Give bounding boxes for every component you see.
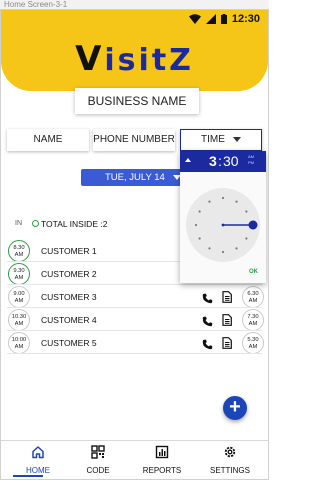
clock-tick — [198, 237, 201, 240]
list-item[interactable]: 10.30 AM CUSTOMER 4 7.30 AM — [1, 309, 268, 331]
customer-name: CUSTOMER 4 — [41, 315, 97, 325]
clock-tick — [245, 237, 248, 240]
check-out-period: AM — [248, 297, 258, 304]
clock-tick — [235, 200, 238, 203]
check-in-period: AM — [14, 297, 24, 304]
dropdown-arrow-icon — [232, 136, 241, 142]
time-picker-hour[interactable]: 3 — [209, 153, 217, 169]
time-picker-pm[interactable]: PM — [248, 160, 254, 166]
check-in-time: 8.30 AM — [8, 240, 30, 262]
reports-icon — [155, 445, 169, 459]
logo-rest: isitZ — [104, 43, 194, 78]
bottom-navigation: HOME CODE REPORTS SETTINGS — [1, 440, 268, 479]
clock-tick — [235, 247, 238, 250]
customer-name: CUSTOMER 1 — [41, 246, 97, 256]
nav-home[interactable]: HOME — [8, 445, 68, 475]
row-divider — [7, 307, 262, 308]
signal-icon — [205, 14, 216, 24]
document-icon[interactable] — [222, 336, 232, 354]
customer-name: CUSTOMER 2 — [41, 269, 97, 279]
time-column-label: TIME — [201, 134, 225, 145]
column-header-name[interactable]: NAME — [7, 129, 89, 151]
status-bar: 12:30 — [1, 10, 268, 29]
clock-tick — [194, 223, 198, 227]
logo-first-letter: V — [75, 39, 105, 79]
time-picker-header: 3 : 30 AM PM — [180, 151, 266, 172]
column-header-time[interactable]: TIME — [180, 129, 262, 151]
clock-tick — [208, 247, 211, 250]
collapse-arrow-icon[interactable] — [185, 158, 191, 162]
time-picker-dialog[interactable]: 3 : 30 AM PM OK — [180, 151, 266, 283]
nav-code-label: CODE — [86, 466, 110, 475]
row-divider — [7, 284, 262, 285]
status-time: 12:30 — [231, 13, 260, 25]
date-value: TUE, JULY 14 — [105, 172, 165, 183]
check-out-time: 5.30 AM — [242, 332, 264, 354]
battery-icon — [220, 14, 227, 24]
check-in-time-value: 10.30 — [11, 314, 27, 320]
clock-tick — [198, 210, 201, 213]
nav-code[interactable]: CODE — [68, 445, 128, 475]
frame-title: Home Screen-3-1 — [0, 0, 269, 9]
clock-tick — [245, 210, 248, 213]
time-picker-minute[interactable]: 30 — [223, 153, 239, 169]
nav-home-label: HOME — [26, 466, 50, 475]
home-icon — [32, 446, 44, 459]
clock-center — [221, 223, 225, 227]
column-header-phone[interactable]: PHONE NUMBER — [93, 129, 175, 151]
clock-tick — [221, 196, 225, 200]
check-out-period: AM — [248, 320, 258, 327]
check-in-time: 10:00 AM — [8, 332, 30, 354]
check-in-period: AM — [14, 343, 24, 350]
document-icon[interactable] — [222, 313, 232, 331]
app-logo: VisitZ — [1, 39, 268, 79]
date-selector[interactable]: TUE, JULY 14 — [81, 169, 185, 186]
app-header: VisitZ — [1, 29, 268, 91]
status-icons: 12:30 — [188, 13, 260, 25]
qr-code-icon — [91, 445, 105, 459]
document-icon[interactable] — [222, 290, 232, 308]
active-tab-indicator — [13, 475, 43, 477]
nav-reports[interactable]: REPORTS — [132, 445, 192, 475]
list-item[interactable]: 10:00 AM CUSTOMER 5 5.30 AM — [1, 332, 268, 354]
in-label: IN — [15, 220, 22, 227]
phone-screen: 12:30 VisitZ BUSINESS NAME NAME PHONE NU… — [0, 9, 269, 480]
check-in-time: 10.30 AM — [8, 309, 30, 331]
check-in-period: AM — [14, 251, 24, 258]
check-in-time: 9.30 AM — [8, 263, 30, 285]
clock-tick — [208, 200, 211, 203]
time-picker-colon: : — [218, 153, 222, 169]
nav-settings-label: SETTINGS — [209, 466, 250, 475]
check-out-time: 7.30 AM — [242, 309, 264, 331]
row-divider — [7, 353, 262, 354]
row-divider — [7, 330, 262, 331]
check-in-period: AM — [14, 320, 24, 327]
nav-settings[interactable]: SETTINGS — [200, 445, 260, 475]
business-name[interactable]: BUSINESS NAME — [75, 88, 199, 114]
total-inside: TOTAL INSIDE :2 — [41, 219, 108, 229]
list-item[interactable]: 9.00 AM CUSTOMER 3 6.30 AM — [1, 286, 268, 308]
check-out-period: AM — [248, 343, 258, 350]
time-picker-ok-button[interactable]: OK — [249, 269, 258, 275]
wifi-icon — [188, 14, 201, 24]
clock-hand-knob[interactable] — [248, 220, 258, 230]
settings-icon — [224, 446, 236, 458]
add-customer-button[interactable]: + — [223, 396, 247, 420]
time-picker-am[interactable]: AM — [248, 154, 254, 160]
clock-face[interactable] — [185, 187, 261, 263]
inside-status-dot — [32, 220, 39, 227]
check-in-time-value: 10:00 — [11, 337, 27, 343]
check-in-period: AM — [14, 274, 24, 281]
check-out-time: 6.30 AM — [242, 286, 264, 308]
check-in-time: 9.00 AM — [8, 286, 30, 308]
customer-name: CUSTOMER 5 — [41, 338, 97, 348]
nav-reports-label: REPORTS — [142, 466, 182, 475]
customer-name: CUSTOMER 3 — [41, 292, 97, 302]
clock-tick — [221, 250, 225, 254]
